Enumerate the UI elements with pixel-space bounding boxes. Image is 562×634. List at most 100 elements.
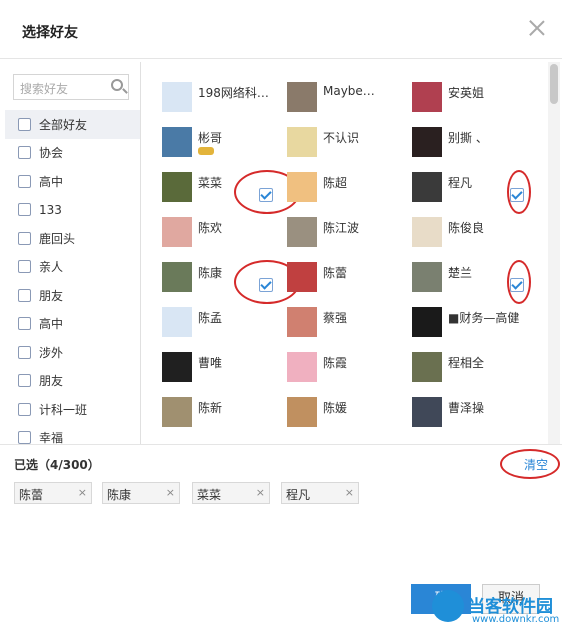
friend-item[interactable]: 陈江波 <box>287 217 412 253</box>
friend-item[interactable]: 曹泽操 <box>412 397 537 433</box>
friend-item[interactable]: 陈新 <box>162 397 287 433</box>
watermark: 当客软件园 www.downkr.com <box>432 590 562 634</box>
friend-item[interactable]: 蔡强 <box>287 307 412 343</box>
group-label: 协会 <box>39 146 64 161</box>
vip-badge-icon <box>198 147 214 155</box>
chip-name: 陈蕾 <box>19 488 44 502</box>
group-item[interactable]: 133 <box>5 196 140 225</box>
friend-name: 陈江波 <box>323 221 360 235</box>
friend-item[interactable]: 陈康 <box>162 260 300 304</box>
group-checkbox[interactable] <box>18 174 31 188</box>
avatar <box>287 82 317 112</box>
friend-item[interactable]: 菜菜 <box>162 170 300 214</box>
friend-name: 曹泽操 <box>448 401 485 415</box>
group-checkbox[interactable] <box>18 345 31 359</box>
friend-name: 陈孟 <box>198 311 223 325</box>
selected-count-label: 已选（4/300） <box>14 458 100 472</box>
watermark-logo-icon <box>432 590 464 622</box>
search-icon[interactable] <box>111 79 123 91</box>
group-checkbox[interactable] <box>18 288 31 302</box>
avatar <box>287 397 317 427</box>
dialog-title: 选择好友 <box>22 25 78 41</box>
group-item[interactable]: 协会 <box>5 139 140 168</box>
group-item[interactable]: 计科一班 <box>5 395 140 424</box>
group-label: 高中 <box>39 317 64 332</box>
selected-chip: 陈蕾 × <box>14 482 92 504</box>
chip-remove-icon[interactable]: × <box>345 486 354 499</box>
friend-item[interactable]: 程凡 <box>412 170 537 214</box>
avatar <box>412 397 442 427</box>
friend-name: 安英姐 <box>448 86 485 100</box>
friend-scrollbar[interactable] <box>548 62 560 444</box>
avatar <box>162 217 192 247</box>
chip-remove-icon[interactable]: × <box>256 486 265 499</box>
group-item[interactable]: 亲人 <box>5 253 140 282</box>
group-checkbox[interactable] <box>18 146 31 160</box>
friend-name: 彬哥 <box>198 131 223 145</box>
friend-name: Maybe… <box>323 84 375 98</box>
friend-item[interactable]: ■财务—高健 <box>412 307 537 343</box>
group-checkbox[interactable] <box>18 317 31 331</box>
group-checkbox[interactable] <box>18 374 31 388</box>
group-checkbox[interactable] <box>18 231 31 245</box>
group-checkbox[interactable] <box>18 402 31 416</box>
friend-item[interactable]: Maybe… <box>287 82 412 118</box>
group-item[interactable]: 鹿回头 <box>5 224 140 253</box>
chip-name: 程凡 <box>286 488 311 502</box>
avatar <box>412 172 442 202</box>
group-item[interactable]: 朋友 <box>5 281 140 310</box>
chip-name: 陈康 <box>107 488 132 502</box>
group-label: 高中 <box>39 174 64 189</box>
close-icon[interactable] <box>528 18 546 36</box>
avatar <box>287 307 317 337</box>
friend-name: 楚兰 <box>448 266 473 280</box>
avatar <box>162 262 192 292</box>
friend-item[interactable]: 陈超 <box>287 172 412 208</box>
group-checkbox[interactable] <box>18 117 31 131</box>
friend-item[interactable]: 陈媛 <box>287 397 412 433</box>
chip-name: 菜菜 <box>197 488 222 502</box>
selected-chip: 菜菜 × <box>192 482 270 504</box>
friend-item[interactable]: 198网络科… <box>162 82 287 118</box>
avatar <box>287 172 317 202</box>
chip-remove-icon[interactable]: × <box>78 486 87 499</box>
friend-item[interactable]: 陈孟 <box>162 307 287 343</box>
friend-item[interactable]: 陈霞 <box>287 352 412 388</box>
friend-name: 陈康 <box>198 266 223 280</box>
group-checkbox[interactable] <box>18 203 31 217</box>
friend-item[interactable]: 楚兰 <box>412 260 537 304</box>
group-label: 计科一班 <box>39 402 88 417</box>
friend-item[interactable]: 不认识 <box>287 127 412 163</box>
group-item[interactable]: 幸福 <box>5 424 140 444</box>
friend-item[interactable]: 程相全 <box>412 352 537 388</box>
friend-item[interactable]: 曹唯 <box>162 352 287 388</box>
group-label: 鹿回头 <box>39 231 76 246</box>
selected-bar: 已选（4/300） 清空 <box>0 444 562 479</box>
group-item[interactable]: 高中 <box>5 310 140 339</box>
group-item[interactable]: 朋友 <box>5 367 140 396</box>
group-checkbox[interactable] <box>18 260 31 274</box>
friend-name: 蔡强 <box>323 311 348 325</box>
friend-item[interactable]: 彬哥 <box>162 127 287 163</box>
group-item[interactable]: 高中 <box>5 167 140 196</box>
chip-remove-icon[interactable]: × <box>166 486 175 499</box>
group-sidebar: 搜索好友 全部好友 协会 高中 133 鹿回头 亲人 朋友 高中 涉外 朋友 计科一班 幸福 <box>5 62 141 444</box>
friend-name: 陈超 <box>323 176 348 190</box>
friend-item[interactable]: 陈欢 <box>162 217 287 253</box>
avatar <box>287 217 317 247</box>
group-item[interactable]: 涉外 <box>5 338 140 367</box>
avatar <box>287 127 317 157</box>
friend-item[interactable]: 陈蕾 <box>287 262 412 298</box>
group-label: 涉外 <box>39 345 64 360</box>
friend-name: 陈新 <box>198 401 223 415</box>
friend-item[interactable]: 别撕 、 <box>412 127 537 163</box>
friend-item[interactable]: 陈俊良 <box>412 217 537 253</box>
scrollbar-thumb[interactable] <box>550 64 558 104</box>
friend-name: 198网络科… <box>198 86 269 100</box>
friend-item[interactable]: 安英姐 <box>412 82 537 118</box>
friend-name: 陈欢 <box>198 221 223 235</box>
group-checkbox[interactable] <box>18 431 31 444</box>
search-input[interactable]: 搜索好友 <box>13 74 129 100</box>
group-item[interactable]: 全部好友 <box>5 110 140 139</box>
avatar <box>412 127 442 157</box>
